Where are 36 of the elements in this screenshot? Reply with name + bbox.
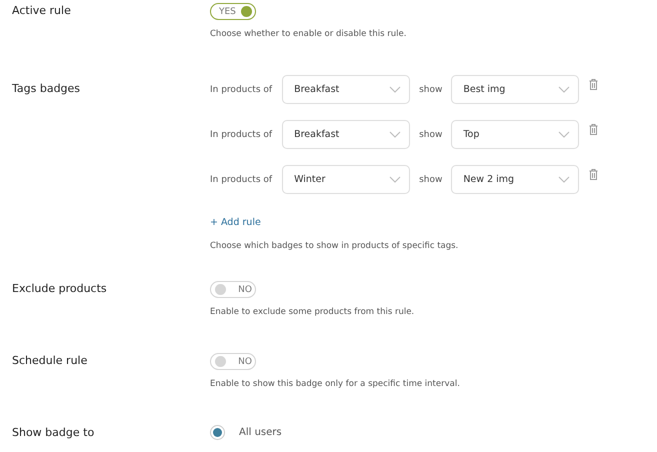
description-text: Choose which badges to show in products of specific tags. <box>210 241 460 251</box>
radio-button[interactable] <box>210 425 225 440</box>
chevron-down-icon <box>389 176 402 183</box>
chevron-down-icon <box>389 131 402 138</box>
rule-prefix-text: In products of <box>210 130 272 140</box>
description-text: Choose whether to enable or disable this rule. <box>210 29 406 39</box>
chevron-down-icon <box>558 176 570 183</box>
setting-label: Exclude products <box>12 281 108 297</box>
rule-prefix-text: In products of <box>210 174 272 184</box>
rule-prefix-text: In products of <box>210 84 272 94</box>
badge-select[interactable]: New 2 img <box>451 165 580 194</box>
tag-select[interactable]: Winter <box>282 165 410 194</box>
trash-icon[interactable] <box>589 79 598 90</box>
setting-label: Schedule rule <box>12 353 88 369</box>
chevron-down-icon <box>389 86 402 93</box>
rule-joiner-text: show <box>419 174 442 184</box>
setting-label: Show badge to <box>12 425 96 440</box>
radio-label: All users <box>239 427 282 438</box>
badge-select[interactable]: Top <box>451 120 580 149</box>
setting-label: Tags badges <box>12 81 82 97</box>
setting-label: Active rule <box>12 3 72 19</box>
rule-joiner-text: show <box>419 130 442 140</box>
description-text: Enable to show this badge only for a specific time interval. <box>210 379 460 389</box>
trash-icon[interactable] <box>589 169 598 180</box>
toggle-switch[interactable]: YES <box>210 3 256 20</box>
toggle-switch[interactable]: NO <box>210 353 256 370</box>
tag-select[interactable]: Breakfast <box>282 75 410 104</box>
chevron-down-icon <box>558 86 570 93</box>
add-rule-link[interactable]: + Add rule <box>210 217 261 228</box>
tag-select[interactable]: Breakfast <box>282 120 410 149</box>
toggle-switch[interactable]: NO <box>210 281 256 298</box>
rule-joiner-text: show <box>419 84 442 94</box>
trash-icon[interactable] <box>589 124 598 135</box>
chevron-down-icon <box>558 131 570 138</box>
description-text: Enable to exclude some products from this rule. <box>210 307 414 317</box>
badge-select[interactable]: Best img <box>451 75 580 104</box>
